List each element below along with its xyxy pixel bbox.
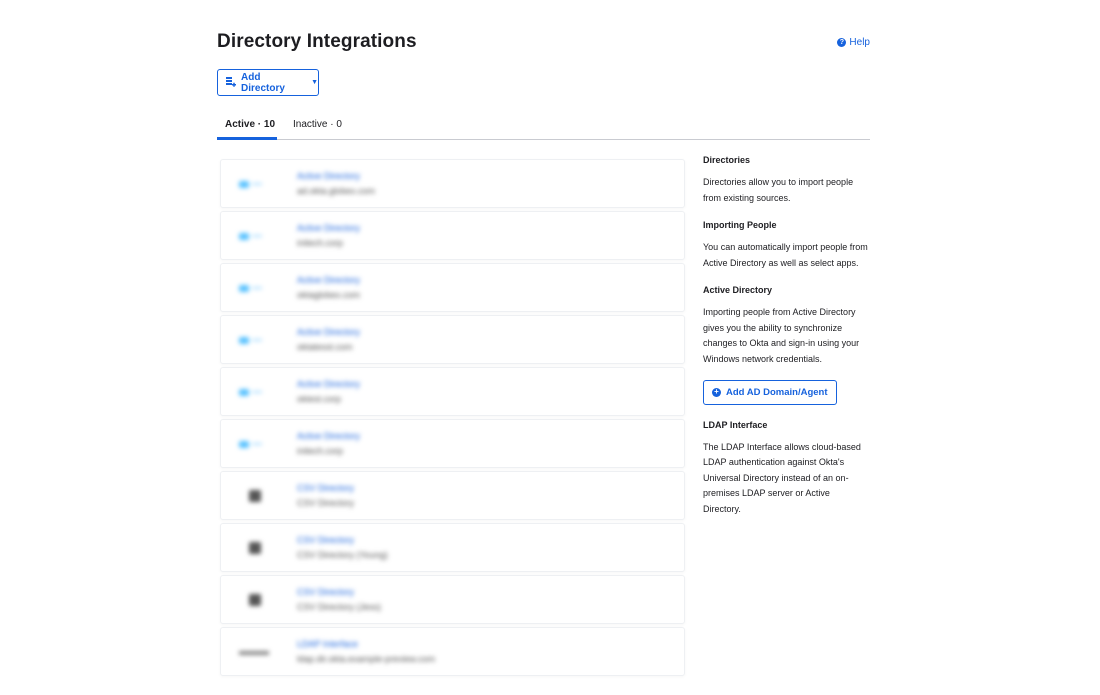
sidebar-text: You can automatically import people from… [703,242,868,268]
help-sidebar: Directories Directories allow you to imp… [703,155,870,531]
directory-row[interactable]: Active Directory initech.corp [220,419,685,468]
directory-domain: initech.corp [297,238,344,248]
directory-domain: CSV Directory (Jess) [297,602,382,612]
sidebar-text: Importing people from Active Directory g… [703,307,860,364]
directory-domain: oktaglobex.com [297,290,361,300]
directory-row[interactable]: CSV Directory CSV Directory (Young) [220,523,685,572]
directory-row[interactable]: CSV Directory CSV Directory [220,471,685,520]
directory-row[interactable]: Active Directory oktatesst.com [220,315,685,364]
directory-name[interactable]: Active Directory [297,171,360,181]
directory-name[interactable]: Active Directory [297,431,360,441]
add-ad-agent-label: Add AD Domain/Agent [726,386,828,398]
directory-name[interactable]: CSV Directory [297,535,354,545]
sidebar-heading: Active Directory [703,285,773,295]
csv-directory-icon [249,490,261,502]
directory-domain: ldap.dir.okta.example-preview.com [297,654,436,664]
directory-name[interactable]: Active Directory [297,223,360,233]
active-directory-icon [239,385,267,399]
directory-name[interactable]: Active Directory [297,379,360,389]
directory-name[interactable]: Active Directory [297,275,360,285]
help-circle-icon: ? [837,38,847,47]
add-ad-domain-agent-button[interactable]: + Add AD Domain/Agent [703,379,837,405]
sidebar-heading: LDAP Interface [703,419,768,430]
tab-inactive[interactable]: Inactive · 0 [293,119,342,130]
sidebar-text: The LDAP Interface allows cloud-based LD… [703,441,861,514]
directory-tabs: Active · 10 Inactive · 0 [217,110,870,140]
sidebar-heading: Importing People [703,220,777,230]
csv-directory-icon [249,542,261,554]
directory-row[interactable]: CSV Directory CSV Directory (Jess) [220,575,685,624]
active-directory-icon [239,333,267,347]
add-directory-button[interactable]: Add Directory ▼ [217,69,319,96]
directory-name[interactable]: Active Directory [297,327,360,337]
page-content: Directory Integrations ? Help Add Direct… [217,0,870,695]
add-directory-icon [226,77,236,88]
directory-name[interactable]: CSV Directory [297,587,354,597]
directory-domain: oktest.corp [297,394,342,404]
sidebar-section-importing: Importing People You can automatically i… [703,220,870,271]
ldap-interface-icon [239,651,269,655]
add-directory-label: Add Directory [241,71,285,94]
sidebar-heading: Directories [703,155,751,165]
directory-domain: oktatesst.com [297,342,353,352]
sidebar-section-active-directory: Active Directory Importing people from A… [703,285,870,420]
page-title: Directory Integrations [217,31,417,52]
active-tab-indicator [217,137,277,140]
directory-list: Active Directory ad.okta.globex.com Acti… [217,157,687,695]
sidebar-section-directories: Directories Directories allow you to imp… [703,155,870,206]
directory-row[interactable]: Active Directory ad.okta.globex.com [220,159,685,208]
plus-circle-icon: + [712,387,721,397]
help-label: Help [849,37,870,48]
active-directory-icon [239,281,267,295]
directory-row[interactable]: Active Directory oktaglobex.com [220,263,685,312]
directory-domain: CSV Directory [297,498,355,508]
active-directory-icon [239,229,267,243]
csv-directory-icon [249,594,261,606]
active-directory-icon [239,177,267,191]
sidebar-section-ldap: LDAP Interface The LDAP Interface allows… [703,420,870,518]
help-link[interactable]: ? Help [837,37,870,48]
sidebar-text: Directories allow you to import people f… [703,177,854,203]
caret-down-icon: ▼ [311,79,318,86]
directory-name[interactable]: LDAP Interface [297,639,358,649]
directory-row[interactable]: Active Directory oktest.corp [220,367,685,416]
active-directory-icon [239,437,267,451]
directory-name[interactable]: CSV Directory [297,483,354,493]
directory-domain: ad.okta.globex.com [297,186,376,196]
tab-active[interactable]: Active · 10 [225,119,275,130]
directory-row[interactable]: Active Directory initech.corp [220,211,685,260]
directory-domain: CSV Directory (Young) [297,550,388,560]
directory-row[interactable]: LDAP Interface ldap.dir.okta.example-pre… [220,627,685,676]
directory-domain: initech.corp [297,446,344,456]
